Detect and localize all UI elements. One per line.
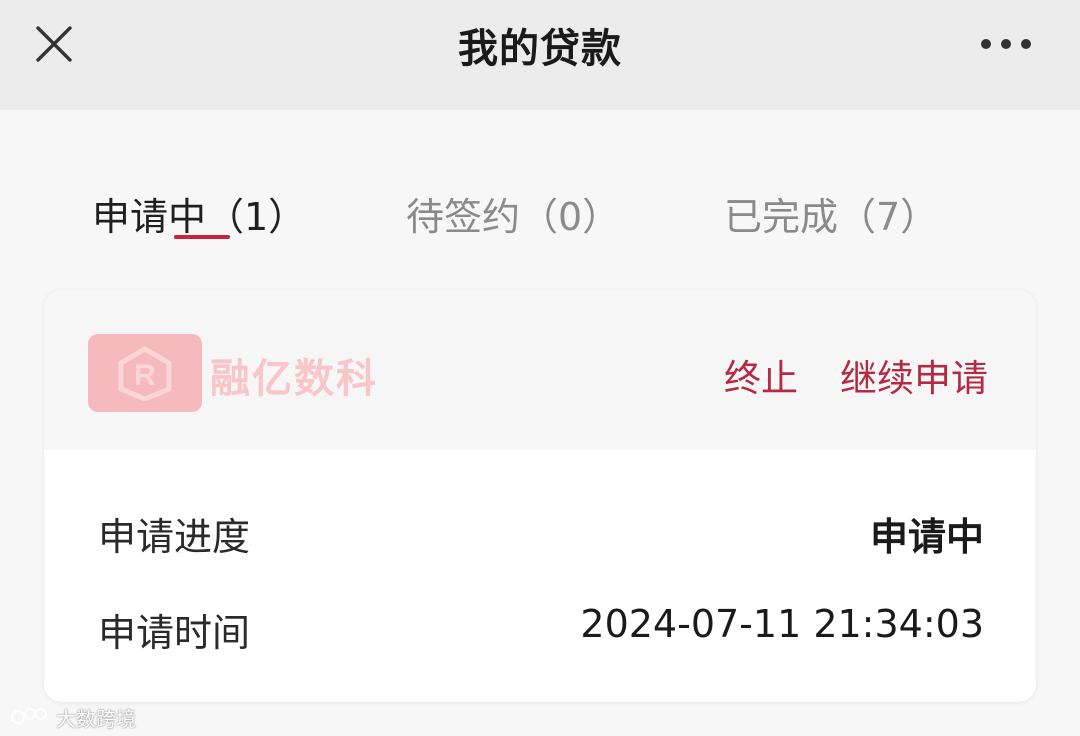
close-icon: [36, 26, 72, 62]
tab-completed[interactable]: 已完成（7）: [724, 186, 938, 246]
more-button[interactable]: [976, 22, 1036, 66]
svg-text:R: R: [134, 359, 156, 392]
progress-label: 申请进度: [98, 515, 251, 559]
watermark-text: 大数跨境: [56, 706, 136, 731]
footer-watermark: 大数跨境: [10, 702, 136, 732]
tab-pending-sign[interactable]: 待签约（0）: [406, 186, 620, 246]
application-time-label: 申请时间: [98, 611, 251, 655]
terminate-button[interactable]: 终止: [724, 348, 798, 402]
card-header: R 融亿数科 终止 继续申请: [44, 290, 1036, 450]
loan-card: R 融亿数科 终止 继续申请 申请进度 申请中 申请时间 2024-07-11 …: [44, 290, 1036, 702]
top-navbar: 我的贷款: [0, 0, 1080, 110]
close-button[interactable]: [32, 22, 76, 66]
brand-logo-icon: R: [88, 334, 202, 412]
brand-watermark: 融亿数科: [210, 356, 378, 402]
page-title: 我的贷款: [458, 26, 622, 72]
continue-application-button[interactable]: 继续申请: [840, 348, 988, 402]
active-tab-indicator: [174, 235, 230, 239]
progress-value: 申请中: [869, 515, 984, 559]
page: 我的贷款 申请中（1） 待签约（0） 已完成（7） R 融亿数科 终止 继续申请…: [0, 0, 1080, 736]
application-time-value: 2024-07-11 21:34:03: [580, 602, 984, 646]
more-horizontal-icon: [981, 39, 1031, 49]
watermark-logo-icon: [11, 708, 47, 724]
